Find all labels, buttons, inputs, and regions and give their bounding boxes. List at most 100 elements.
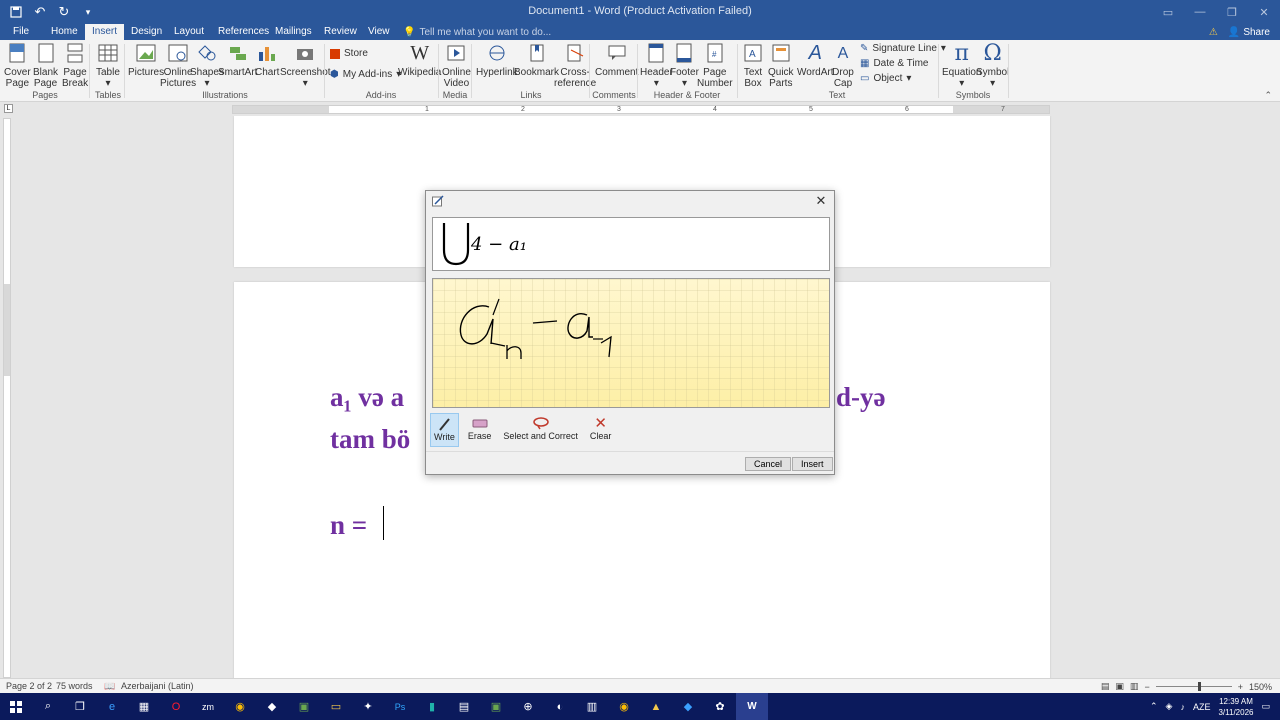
tab-layout[interactable]: Layout — [167, 24, 211, 40]
collapse-ribbon-icon[interactable]: ⌃ — [1264, 90, 1272, 101]
select-correct-tool[interactable]: Select and Correct — [500, 413, 581, 447]
dialog-title-bar[interactable]: ✕ — [426, 191, 834, 213]
drop-cap-button[interactable]: A Drop Cap — [832, 42, 854, 89]
clock[interactable]: 12:39 AM 3/11/2026 — [1218, 696, 1253, 718]
my-addins-button[interactable]: ⬢ My Add-ins ▾ — [330, 69, 401, 80]
tab-mailings[interactable]: Mailings — [268, 24, 319, 40]
smartart-button[interactable]: SmartArt — [218, 42, 257, 78]
tell-me-box[interactable]: 💡 Tell me what you want to do... — [403, 24, 551, 40]
opera-icon[interactable]: O — [160, 693, 192, 720]
wordart-button[interactable]: A WordArt — [797, 42, 834, 79]
tab-review[interactable]: Review — [317, 24, 364, 40]
write-tool[interactable]: Write — [430, 413, 459, 447]
minimize-button[interactable]: — — [1184, 0, 1216, 24]
language-indicator[interactable]: Azerbaijani (Latin) — [121, 681, 194, 691]
edge-icon[interactable]: e — [96, 693, 128, 720]
chevron-up-icon[interactable]: ⌃ — [1150, 701, 1158, 712]
online-video-button[interactable]: Online Video — [442, 42, 471, 89]
footer-button[interactable]: Footer ▾ — [670, 42, 699, 89]
app-icon[interactable]: ✿ — [704, 693, 736, 720]
zoom-out-icon[interactable]: − — [1144, 682, 1149, 692]
file-explorer-icon[interactable]: ▭ — [320, 693, 352, 720]
wikipedia-button[interactable]: W Wikipedia — [398, 42, 441, 79]
keyboard-language[interactable]: AZE — [1193, 702, 1211, 712]
header-button[interactable]: Header ▾ — [640, 42, 673, 89]
vertical-ruler[interactable] — [3, 118, 11, 678]
chrome-icon[interactable]: ◉ — [224, 693, 256, 720]
tab-insert[interactable]: Insert — [85, 24, 125, 40]
share-button[interactable]: 👤 Share — [1228, 27, 1270, 38]
handwriting-area[interactable] — [432, 278, 830, 408]
app-icon[interactable]: ▲ — [640, 693, 672, 720]
store-button[interactable]: Store — [330, 48, 368, 59]
warning-icon[interactable]: ⚠ — [1209, 27, 1218, 38]
word-count[interactable]: 75 words — [56, 681, 93, 691]
text-box-button[interactable]: A Text Box — [742, 42, 764, 89]
close-icon[interactable]: ✕ — [814, 194, 828, 208]
app-icon[interactable]: ▣ — [288, 693, 320, 720]
app-icon[interactable]: ▥ — [576, 693, 608, 720]
photoshop-icon[interactable]: Ps — [384, 693, 416, 720]
search-icon[interactable]: ⌕ — [32, 693, 64, 720]
page-count[interactable]: Page 2 of 2 — [6, 681, 52, 691]
app-icon[interactable]: ◆ — [672, 693, 704, 720]
tab-file[interactable]: File — [6, 24, 36, 40]
proofing-icon[interactable]: 📖 — [104, 681, 115, 692]
date-time-button[interactable]: ▦ Date & Time — [860, 58, 928, 69]
globe-icon[interactable]: ⊕ — [512, 693, 544, 720]
comment-button[interactable]: Comment — [595, 42, 638, 78]
blank-page-button[interactable]: Blank Page — [33, 42, 58, 89]
cover-page-button[interactable]: Cover Page — [4, 42, 31, 89]
tab-references[interactable]: References — [211, 24, 276, 40]
task-view-icon[interactable]: ❐ — [64, 693, 96, 720]
cancel-button[interactable]: Cancel — [745, 457, 792, 471]
close-window-button[interactable]: ✕ — [1248, 0, 1280, 24]
clear-tool[interactable]: ✕ Clear — [587, 413, 615, 447]
volume-icon[interactable]: ♪ — [1180, 702, 1185, 712]
hyperlink-button[interactable]: Hyperlink — [476, 42, 518, 78]
insert-button[interactable]: Insert — [792, 457, 833, 471]
page-number-button[interactable]: # Page Number — [697, 42, 733, 89]
tab-home[interactable]: Home — [44, 24, 85, 40]
tab-view[interactable]: View — [361, 24, 397, 40]
notifications-icon[interactable]: ▭ — [1261, 701, 1270, 712]
screenshot-button[interactable]: Screenshot ▾ — [280, 42, 331, 89]
zoom-app-icon[interactable]: zm — [192, 693, 224, 720]
windows-start-icon[interactable] — [0, 693, 32, 720]
word-taskbar-icon[interactable]: W — [736, 693, 768, 720]
tab-design[interactable]: Design — [124, 24, 169, 40]
app-icon[interactable]: ▤ — [448, 693, 480, 720]
read-mode-icon[interactable]: ▤ — [1101, 681, 1110, 692]
document-text-line2[interactable]: tam bö — [330, 424, 410, 455]
bookmark-button[interactable]: Bookmark — [514, 42, 559, 78]
app-icon[interactable]: ◆ — [256, 693, 288, 720]
ribbon-display-options-icon[interactable]: ▭ — [1152, 0, 1184, 24]
network-icon[interactable]: ◈ — [1166, 701, 1173, 712]
table-button[interactable]: Table ▾ — [96, 42, 120, 89]
document-text-line1[interactable]: a₁ və a — [330, 382, 404, 413]
store-app-icon[interactable]: ▦ — [128, 693, 160, 720]
quick-parts-button[interactable]: Quick Parts — [768, 42, 794, 89]
app-icon[interactable]: ✦ — [352, 693, 384, 720]
document-text-line1-end[interactable]: d-yə — [836, 382, 886, 413]
restore-button[interactable]: ❐ — [1216, 0, 1248, 24]
app-icon[interactable]: ▣ — [480, 693, 512, 720]
zoom-in-icon[interactable]: + — [1238, 682, 1243, 692]
zoom-slider-knob[interactable] — [1197, 682, 1201, 691]
document-text-line3[interactable]: n = — [330, 510, 367, 541]
print-layout-icon[interactable]: ▣ — [1115, 681, 1124, 692]
signature-line-button[interactable]: ✎ Signature Line ▾ — [860, 43, 946, 54]
page-break-button[interactable]: Page Break — [62, 42, 88, 89]
tab-selector-icon[interactable]: L — [4, 104, 13, 113]
object-button[interactable]: ▭ Object ▾ — [860, 73, 911, 84]
formula-preview[interactable]: 4 − a₁ — [432, 217, 830, 271]
web-layout-icon[interactable]: ▥ — [1130, 681, 1139, 692]
app-icon[interactable]: ▮ — [416, 693, 448, 720]
chart-button[interactable]: Chart — [255, 42, 279, 78]
app-icon[interactable]: ◐ — [544, 693, 576, 720]
zoom-level[interactable]: 150% — [1249, 682, 1272, 692]
horizontal-ruler[interactable]: L 1 2 3 4 5 6 7 — [0, 102, 1280, 116]
chrome-icon[interactable]: ◉ — [608, 693, 640, 720]
symbol-button[interactable]: Ω Symbol ▾ — [976, 42, 1009, 89]
erase-tool[interactable]: Erase — [465, 413, 495, 447]
